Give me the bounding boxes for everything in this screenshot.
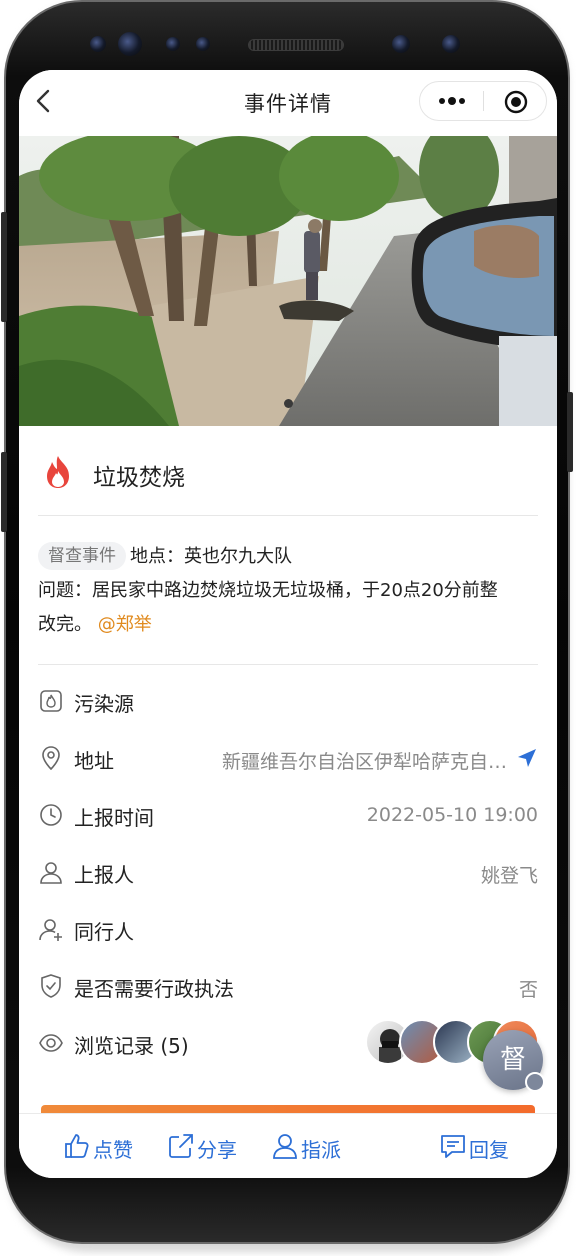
reporter-value: 姚登飞 [480,865,538,887]
volume-button [1,212,7,322]
problem-text-cont: 改完。 [38,614,92,635]
navigate-arrow-icon[interactable] [516,747,538,769]
supervise-label: 督 [499,1045,526,1075]
address-label: 地址 [74,749,114,773]
location-pin-icon [42,746,60,771]
fire-icon [47,456,69,488]
companion-label: 同行人 [74,920,134,944]
event-type-badge: 督查事件 [38,542,126,570]
earpiece-speaker [248,39,344,51]
share-icon [169,1134,193,1158]
problem-text: 问题：居民家中路边焚烧垃圾无垃圾桶，于20点20分前整 [38,580,498,601]
row-address[interactable]: 地址 新疆维吾尔自治区伊犁哈萨克自治州 [38,737,538,777]
message-icon [441,1135,465,1158]
enforcement-label: 是否需要行政执法 [74,977,234,1001]
more-icon[interactable] [436,93,468,109]
power-button [567,392,573,472]
capsule-divider [483,91,484,111]
sensor-dot [196,37,210,51]
report-time-label: 上报时间 [74,806,154,830]
sensor-dot [90,36,106,52]
clock-icon [40,804,62,826]
front-camera [118,32,142,56]
location-text: 地点：英也尔九大队 [130,546,292,567]
row-companion[interactable]: 同行人 [38,908,538,948]
iris-scanner [442,35,460,53]
carousel-dot-active[interactable] [283,399,293,408]
row-enforcement: 是否需要行政执法 否 [38,965,538,1005]
navigation-bar: 事件详情 [19,70,557,134]
bottom-action-bar: 点赞 分享 指派 回复 [19,1113,557,1178]
carousel-indicator [19,399,557,408]
iris-scanner [392,35,410,53]
eye-icon [39,1034,63,1052]
share-label: 分享 [197,1138,237,1162]
row-pollution-source[interactable]: 污染源 [38,680,538,720]
assign-label: 指派 [301,1138,341,1162]
app-screen: 事件详情 垃圾焚烧 督查事件 地点：英也尔九大队 问题：居民家中路边焚烧垃圾无垃… [19,70,557,1178]
check-badge-icon [525,1072,545,1109]
shield-check-icon [41,974,61,998]
pollution-source-icon [40,690,62,712]
mention-link[interactable]: @郑举 [98,614,152,635]
row-report-time: 上报时间 2022-05-10 19:00 [38,794,538,834]
address-value: 新疆维吾尔自治区伊犁哈萨克自治州 [222,751,512,773]
event-title: 垃圾焚烧 [93,465,185,491]
action-bar-accent [41,1105,535,1113]
event-photo[interactable] [19,136,557,426]
pollution-source-label: 污染源 [74,692,134,716]
user-icon [273,1134,297,1159]
report-time-value: 2022-05-10 19:00 [366,804,538,826]
divider [38,515,538,516]
event-description: 督查事件 地点：英也尔九大队 问题：居民家中路边焚烧垃圾无垃圾桶，于20点20分前… [38,540,543,642]
view-history-label: 浏览记录 (5) [74,1034,189,1058]
supervise-button[interactable]: 督 [483,1030,545,1109]
thumbs-up-icon [65,1134,89,1158]
description-line-3: 改完。 @郑举 [38,608,543,642]
row-reporter: 上报人 姚登飞 [38,851,538,891]
like-label: 点赞 [93,1138,133,1162]
target-icon[interactable] [504,90,528,114]
reply-label: 回复 [469,1138,509,1162]
sensor-dot [166,37,180,51]
photo-scene [19,136,557,426]
enforcement-value: 否 [518,979,538,1001]
mini-program-capsule [419,81,547,121]
reporter-label: 上报人 [74,863,134,887]
bixby-button [1,452,7,532]
divider [38,664,538,665]
description-line-1: 督查事件 地点：英也尔九大队 [38,540,543,574]
user-add-icon [39,919,62,941]
user-icon [40,862,62,884]
